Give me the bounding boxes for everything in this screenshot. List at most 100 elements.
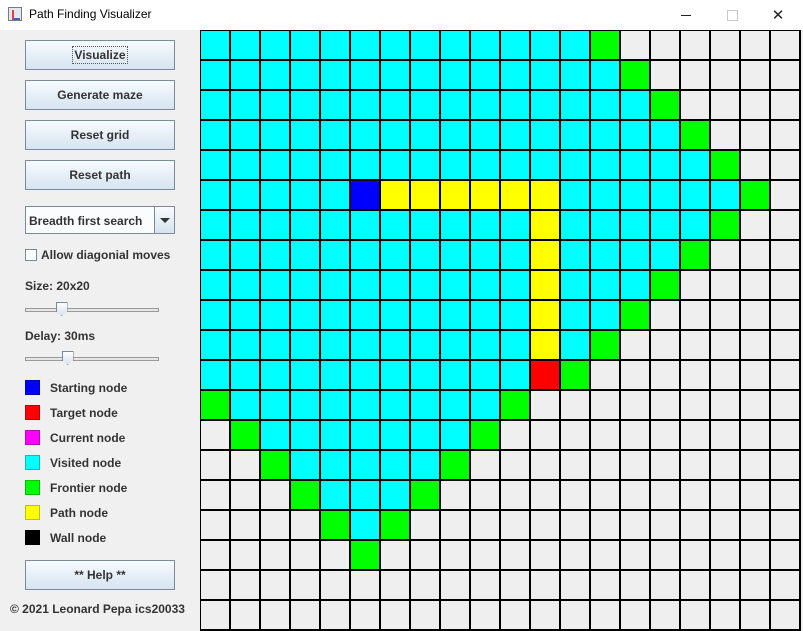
grid-cell-unvisited[interactable]: [711, 601, 741, 631]
grid-cell-visited[interactable]: [621, 121, 651, 151]
grid-cell-visited[interactable]: [591, 301, 621, 331]
grid-cell-visited[interactable]: [321, 121, 351, 151]
grid-cell-unvisited[interactable]: [501, 541, 531, 571]
grid-cell-unvisited[interactable]: [771, 151, 801, 181]
grid-cell-visited[interactable]: [231, 151, 261, 181]
grid-cell-visited[interactable]: [381, 31, 411, 61]
grid-cell-unvisited[interactable]: [681, 31, 711, 61]
grid-cell-unvisited[interactable]: [771, 241, 801, 271]
grid-cell-unvisited[interactable]: [741, 361, 771, 391]
grid-cell-unvisited[interactable]: [591, 421, 621, 451]
grid-cell-unvisited[interactable]: [561, 391, 591, 421]
grid-cell-unvisited[interactable]: [741, 211, 771, 241]
grid-cell-visited[interactable]: [531, 151, 561, 181]
grid-cell-unvisited[interactable]: [381, 541, 411, 571]
grid-cell-unvisited[interactable]: [651, 601, 681, 631]
grid-cell-frontier[interactable]: [681, 241, 711, 271]
grid-cell-unvisited[interactable]: [681, 61, 711, 91]
grid-cell-unvisited[interactable]: [591, 361, 621, 391]
grid-cell-unvisited[interactable]: [651, 421, 681, 451]
minimize-button[interactable]: [663, 0, 709, 30]
grid-cell-unvisited[interactable]: [771, 331, 801, 361]
grid-cell-unvisited[interactable]: [621, 31, 651, 61]
grid-cell-visited[interactable]: [501, 121, 531, 151]
grid-cell-visited[interactable]: [231, 301, 261, 331]
grid-cell-visited[interactable]: [591, 91, 621, 121]
grid-cell-unvisited[interactable]: [741, 91, 771, 121]
grid-cell-visited[interactable]: [471, 151, 501, 181]
grid-cell-unvisited[interactable]: [651, 331, 681, 361]
grid-cell-unvisited[interactable]: [681, 361, 711, 391]
grid-cell-visited[interactable]: [711, 181, 741, 211]
grid-cell-unvisited[interactable]: [711, 361, 741, 391]
grid-cell-visited[interactable]: [291, 271, 321, 301]
grid-cell-visited[interactable]: [441, 91, 471, 121]
grid-cell-visited[interactable]: [321, 31, 351, 61]
grid-cell-visited[interactable]: [201, 211, 231, 241]
grid-cell-unvisited[interactable]: [621, 451, 651, 481]
grid-cell-frontier[interactable]: [621, 301, 651, 331]
grid-cell-unvisited[interactable]: [321, 571, 351, 601]
grid-cell-unvisited[interactable]: [651, 481, 681, 511]
grid-cell-visited[interactable]: [351, 421, 381, 451]
grid-cell-unvisited[interactable]: [771, 361, 801, 391]
grid-cell-unvisited[interactable]: [531, 481, 561, 511]
grid-cell-unvisited[interactable]: [771, 571, 801, 601]
grid-cell-frontier[interactable]: [651, 91, 681, 121]
grid-cell-visited[interactable]: [201, 61, 231, 91]
grid-cell-visited[interactable]: [291, 151, 321, 181]
grid-cell-path[interactable]: [531, 301, 561, 331]
grid-cell-unvisited[interactable]: [531, 571, 561, 601]
grid-cell-visited[interactable]: [351, 391, 381, 421]
grid-cell-unvisited[interactable]: [741, 601, 771, 631]
grid-cell-visited[interactable]: [351, 211, 381, 241]
grid-cell-unvisited[interactable]: [771, 391, 801, 421]
grid-cell-unvisited[interactable]: [681, 481, 711, 511]
grid-cell-visited[interactable]: [471, 121, 501, 151]
grid-cell-unvisited[interactable]: [681, 301, 711, 331]
grid-cell-visited[interactable]: [471, 241, 501, 271]
grid-cell-visited[interactable]: [351, 451, 381, 481]
grid-cell-visited[interactable]: [591, 211, 621, 241]
grid-cell-unvisited[interactable]: [231, 481, 261, 511]
grid-cell-unvisited[interactable]: [441, 541, 471, 571]
grid-cell-visited[interactable]: [561, 301, 591, 331]
grid-cell-unvisited[interactable]: [771, 481, 801, 511]
grid-cell-unvisited[interactable]: [591, 451, 621, 481]
grid-cell-unvisited[interactable]: [591, 391, 621, 421]
grid-cell-visited[interactable]: [201, 31, 231, 61]
grid-cell-unvisited[interactable]: [741, 151, 771, 181]
grid-cell-unvisited[interactable]: [771, 601, 801, 631]
grid-cell-visited[interactable]: [531, 121, 561, 151]
grid-cell-unvisited[interactable]: [651, 301, 681, 331]
grid-cell-unvisited[interactable]: [531, 511, 561, 541]
grid-cell-visited[interactable]: [501, 361, 531, 391]
grid-cell-unvisited[interactable]: [681, 571, 711, 601]
grid-cell-visited[interactable]: [471, 91, 501, 121]
grid-cell-unvisited[interactable]: [651, 361, 681, 391]
grid-cell-visited[interactable]: [351, 91, 381, 121]
grid-cell-visited[interactable]: [321, 151, 351, 181]
grid-cell-unvisited[interactable]: [621, 481, 651, 511]
grid-cell-unvisited[interactable]: [291, 601, 321, 631]
allow-diagonal-checkbox[interactable]: [25, 249, 37, 261]
grid-cell-visited[interactable]: [381, 331, 411, 361]
grid-cell-visited[interactable]: [381, 421, 411, 451]
grid-cell-path[interactable]: [531, 241, 561, 271]
grid-cell-visited[interactable]: [351, 361, 381, 391]
grid-cell-visited[interactable]: [411, 361, 441, 391]
grid-cell-visited[interactable]: [231, 61, 261, 91]
grid-cell-unvisited[interactable]: [741, 511, 771, 541]
grid-cell-visited[interactable]: [351, 61, 381, 91]
grid-cell-visited[interactable]: [261, 361, 291, 391]
grid-cell-unvisited[interactable]: [771, 301, 801, 331]
grid-cell-visited[interactable]: [561, 91, 591, 121]
grid-cell-visited[interactable]: [291, 61, 321, 91]
grid-cell-visited[interactable]: [351, 31, 381, 61]
grid-cell-visited[interactable]: [291, 211, 321, 241]
grid-cell-unvisited[interactable]: [711, 271, 741, 301]
grid-cell-visited[interactable]: [381, 301, 411, 331]
grid-cell-unvisited[interactable]: [231, 511, 261, 541]
grid-cell-frontier[interactable]: [471, 421, 501, 451]
grid-cell-unvisited[interactable]: [201, 571, 231, 601]
